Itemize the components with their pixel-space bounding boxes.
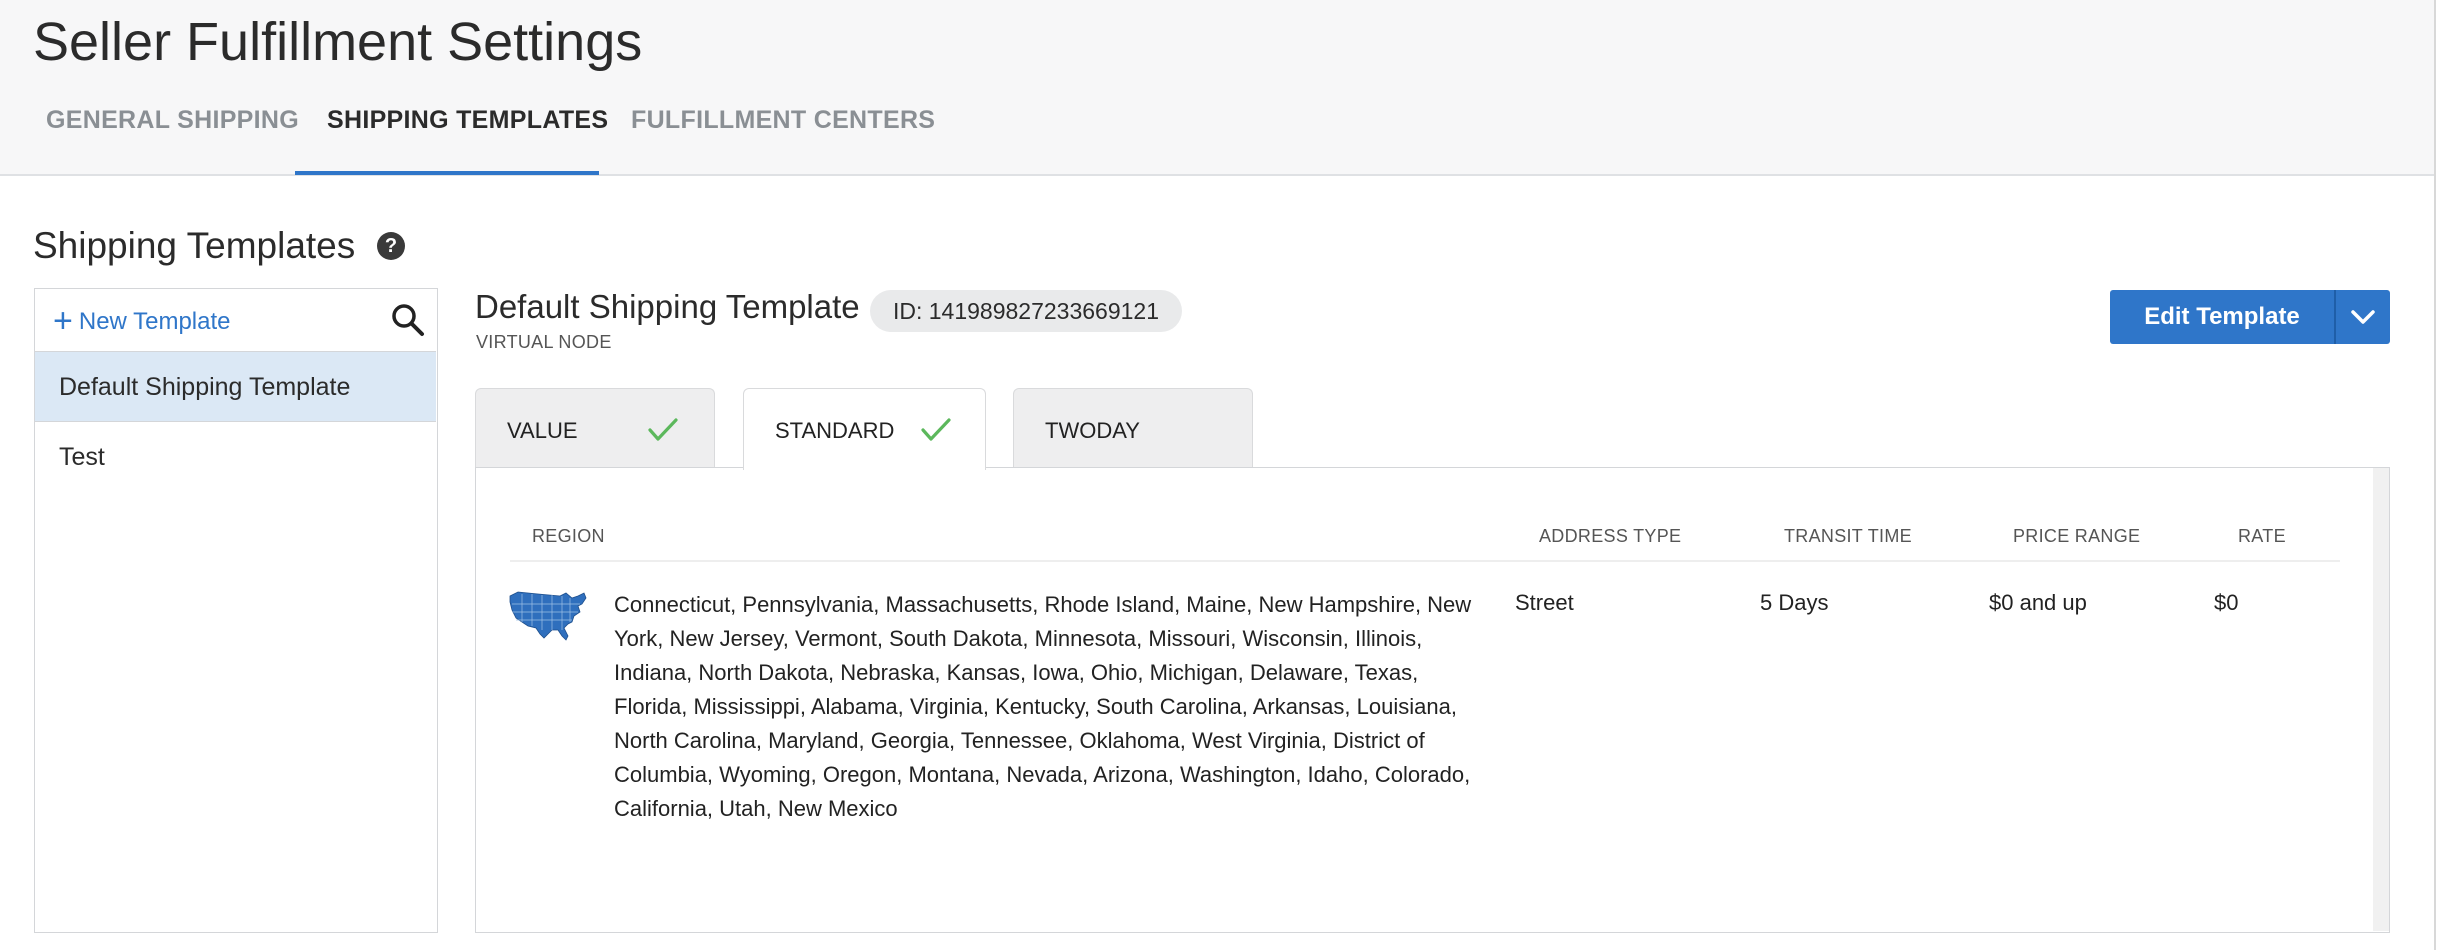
address-type-cell: Street: [1515, 590, 1574, 615]
service-tab-value[interactable]: VALUE: [475, 388, 715, 468]
region-list: Connecticut, Pennsylvania, Massachusetts…: [614, 592, 1472, 821]
service-tab-twoday[interactable]: TWODAY: [1013, 388, 1253, 468]
edit-template-dropdown[interactable]: [2336, 290, 2390, 344]
chevron-down-icon: [2351, 310, 2375, 324]
template-subtitle: VIRTUAL NODE: [476, 332, 612, 352]
tab-general-shipping[interactable]: GENERAL SHIPPING: [46, 96, 299, 176]
transit-time-cell: 5 Days: [1760, 590, 1829, 615]
column-header-rate: RATE: [2238, 526, 2286, 546]
edit-template-button[interactable]: Edit Template: [2110, 290, 2334, 344]
tab-fulfillment-centers[interactable]: FULFILLMENT CENTERS: [631, 96, 935, 176]
question-circle-icon[interactable]: ?: [377, 232, 405, 260]
template-id-badge: ID: 141989827233669121: [870, 290, 1182, 332]
service-tab-label: STANDARD: [775, 418, 895, 443]
check-icon: [921, 418, 951, 441]
column-header-address-type: ADDRESS TYPE: [1539, 526, 1682, 546]
template-item-default[interactable]: Default Shipping Template: [35, 351, 436, 421]
page-header: Seller Fulfillment Settings GENERAL SHIP…: [0, 0, 2434, 176]
service-tab-label: VALUE: [507, 418, 578, 443]
plus-icon: +: [53, 302, 73, 340]
rate-cell: $0: [2214, 590, 2239, 615]
search-icon[interactable]: [391, 303, 425, 337]
column-header-price-range: PRICE RANGE: [2013, 526, 2141, 546]
service-tab-standard[interactable]: STANDARD: [743, 388, 986, 470]
new-template-label: New Template: [78, 308, 231, 335]
template-list-panel: + New Template Default Shipping Template …: [34, 288, 438, 933]
scrollbar[interactable]: [2373, 468, 2389, 931]
window-edge: [2434, 0, 2440, 950]
template-title: Default Shipping Template: [475, 288, 860, 325]
template-item-test[interactable]: Test: [35, 421, 436, 491]
service-tab-label: TWODAY: [1045, 418, 1140, 443]
header-divider: [510, 560, 2340, 562]
template-list: Default Shipping Template Test: [35, 351, 436, 491]
usa-map-icon: [509, 591, 587, 641]
active-tab-indicator: [295, 171, 599, 175]
check-icon: [648, 418, 678, 441]
page-title: Seller Fulfillment Settings: [33, 12, 643, 72]
tab-shipping-templates[interactable]: SHIPPING TEMPLATES: [327, 96, 608, 176]
new-template-button[interactable]: + New Template: [53, 303, 231, 339]
section-title: Shipping Templates: [33, 225, 356, 266]
price-range-cell: $0 and up: [1989, 590, 2087, 615]
column-header-region: REGION: [532, 526, 605, 546]
column-header-transit-time: TRANSIT TIME: [1784, 526, 1912, 546]
